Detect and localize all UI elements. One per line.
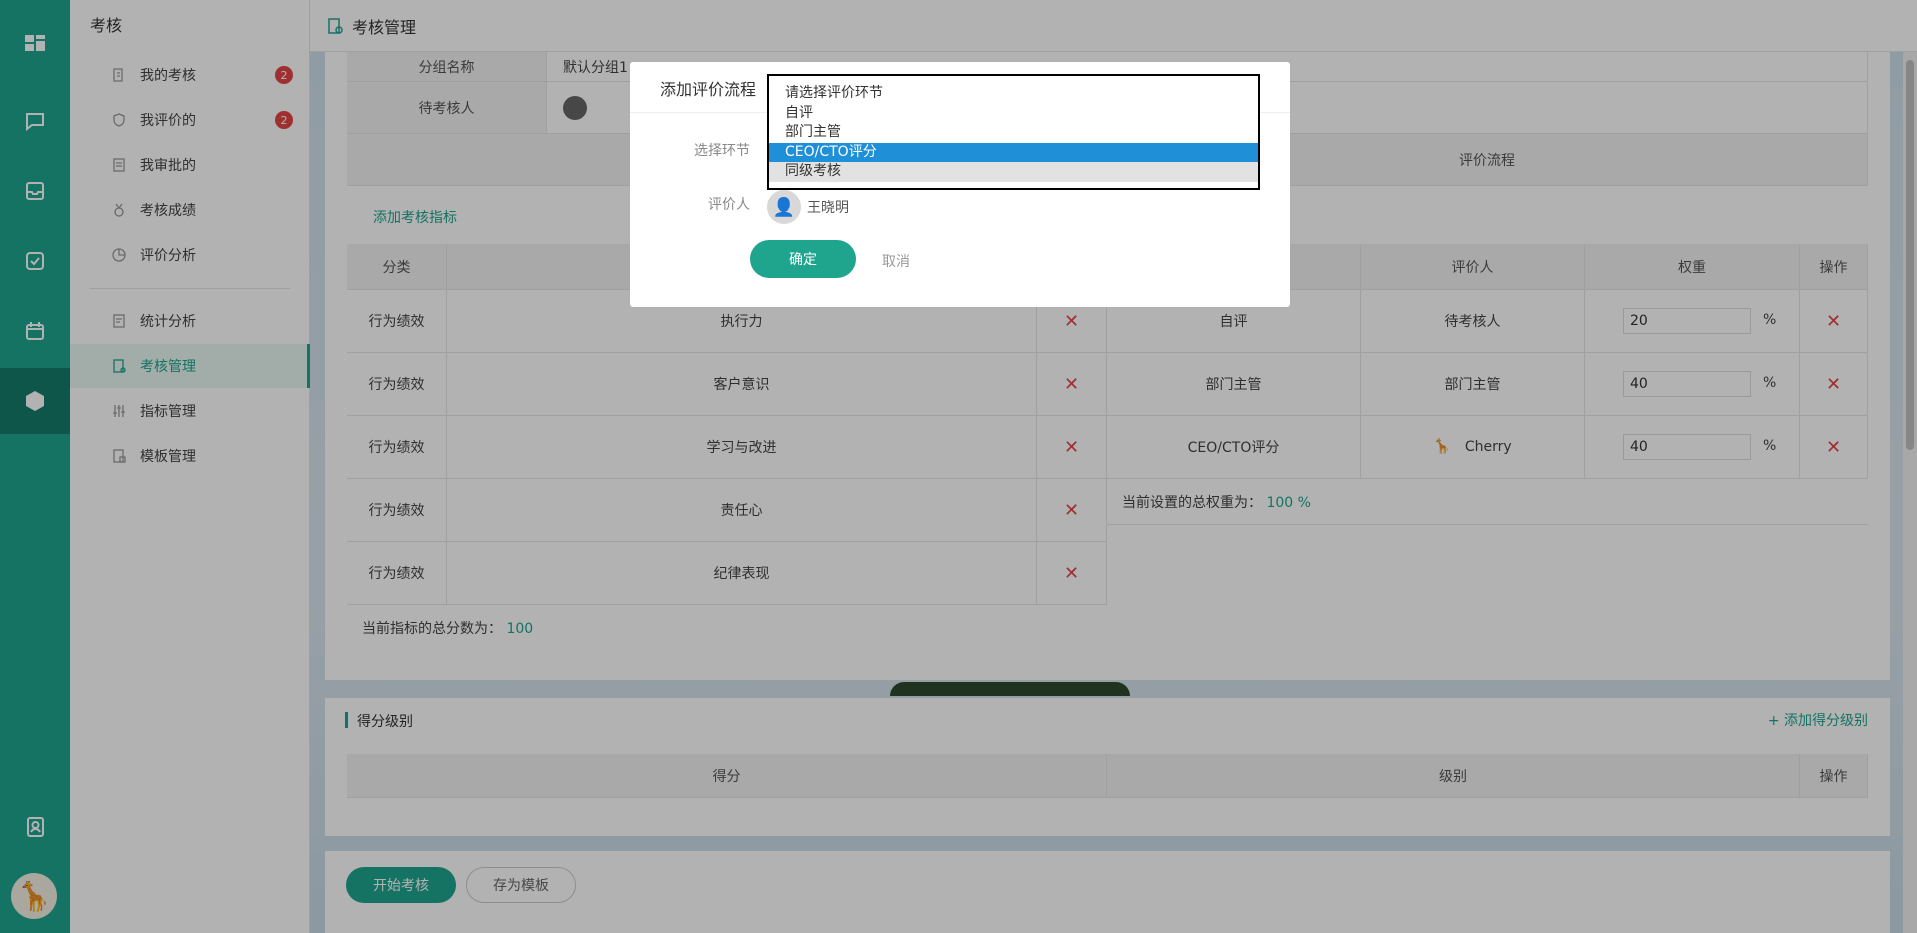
confirm-button[interactable]: 确定 <box>750 240 856 278</box>
select-option-selected[interactable]: CEO/CTO评分 <box>769 142 1258 162</box>
select-option[interactable]: 部门主管 <box>769 123 1258 143</box>
dialog-title: 添加评价流程 <box>660 80 757 99</box>
select-option[interactable]: 同级考核 <box>769 162 1258 182</box>
evaluator-avatar: 👤 <box>765 188 803 226</box>
select-option[interactable]: 自评 <box>769 104 1258 124</box>
evaluator-label: 评价人 <box>708 197 750 213</box>
cancel-button[interactable]: 取消 <box>882 251 910 271</box>
select-option[interactable]: 请选择评价环节 <box>769 84 1258 104</box>
step-select-dropdown[interactable]: 请选择评价环节 自评 部门主管 CEO/CTO评分 同级考核 <box>767 74 1260 190</box>
evaluator-picker[interactable]: 👤 王晓明 <box>765 188 849 226</box>
step-label: 选择环节 <box>694 143 750 159</box>
evaluator-name: 王晓明 <box>807 200 849 216</box>
